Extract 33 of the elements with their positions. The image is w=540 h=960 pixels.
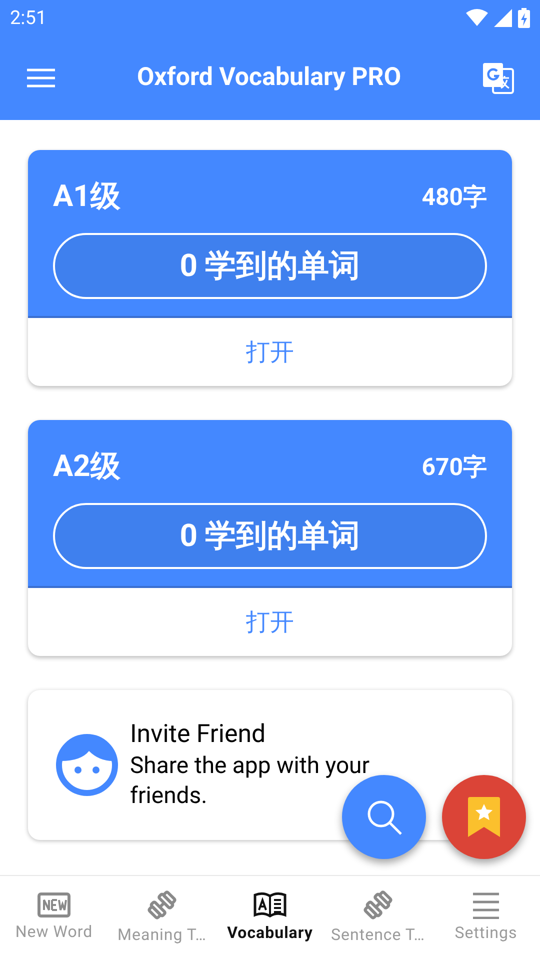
- menu-icon: [471, 891, 501, 919]
- bookmark-star-icon: [466, 796, 502, 838]
- status-time: 2:51: [10, 4, 47, 31]
- favorites-button[interactable]: [442, 775, 526, 859]
- translate-icon: [482, 62, 514, 94]
- face-icon: [56, 734, 118, 796]
- learned-words-button[interactable]: 0 学到的单词: [53, 233, 487, 299]
- signal-icon: [494, 9, 512, 27]
- dumbbell-icon: [146, 889, 178, 921]
- level-name: A1级: [53, 178, 120, 216]
- dumbbell-icon: [362, 889, 394, 921]
- wifi-icon: [466, 9, 488, 27]
- nav-tab[interactable]: Vocabulary: [216, 876, 324, 960]
- open-button[interactable]: 打开: [28, 588, 512, 656]
- book-icon: [253, 891, 287, 919]
- menu-icon: [26, 68, 56, 88]
- invite-text: Share the app with your friends.: [130, 751, 371, 811]
- nav-tab[interactable]: Sentence T…: [324, 876, 432, 960]
- word-count: 480字: [422, 182, 487, 212]
- word-count: 670字: [422, 452, 487, 482]
- learned-words-button[interactable]: 0 学到的单词: [53, 503, 487, 569]
- nav-tab[interactable]: New Word: [0, 876, 108, 960]
- search-icon: [365, 798, 403, 836]
- battery-icon: [518, 8, 530, 28]
- open-button[interactable]: 打开: [28, 318, 512, 386]
- translate-button[interactable]: [482, 62, 514, 94]
- level-name: A2级: [53, 448, 120, 486]
- menu-button[interactable]: [26, 68, 56, 88]
- nav-tab[interactable]: Meaning T…: [108, 876, 216, 960]
- invite-title: Invite Friend: [130, 719, 267, 751]
- new-badge-icon: [37, 892, 71, 918]
- nav-tab[interactable]: Settings: [432, 876, 540, 960]
- app-title: Oxford Vocabulary PRO: [136, 62, 402, 94]
